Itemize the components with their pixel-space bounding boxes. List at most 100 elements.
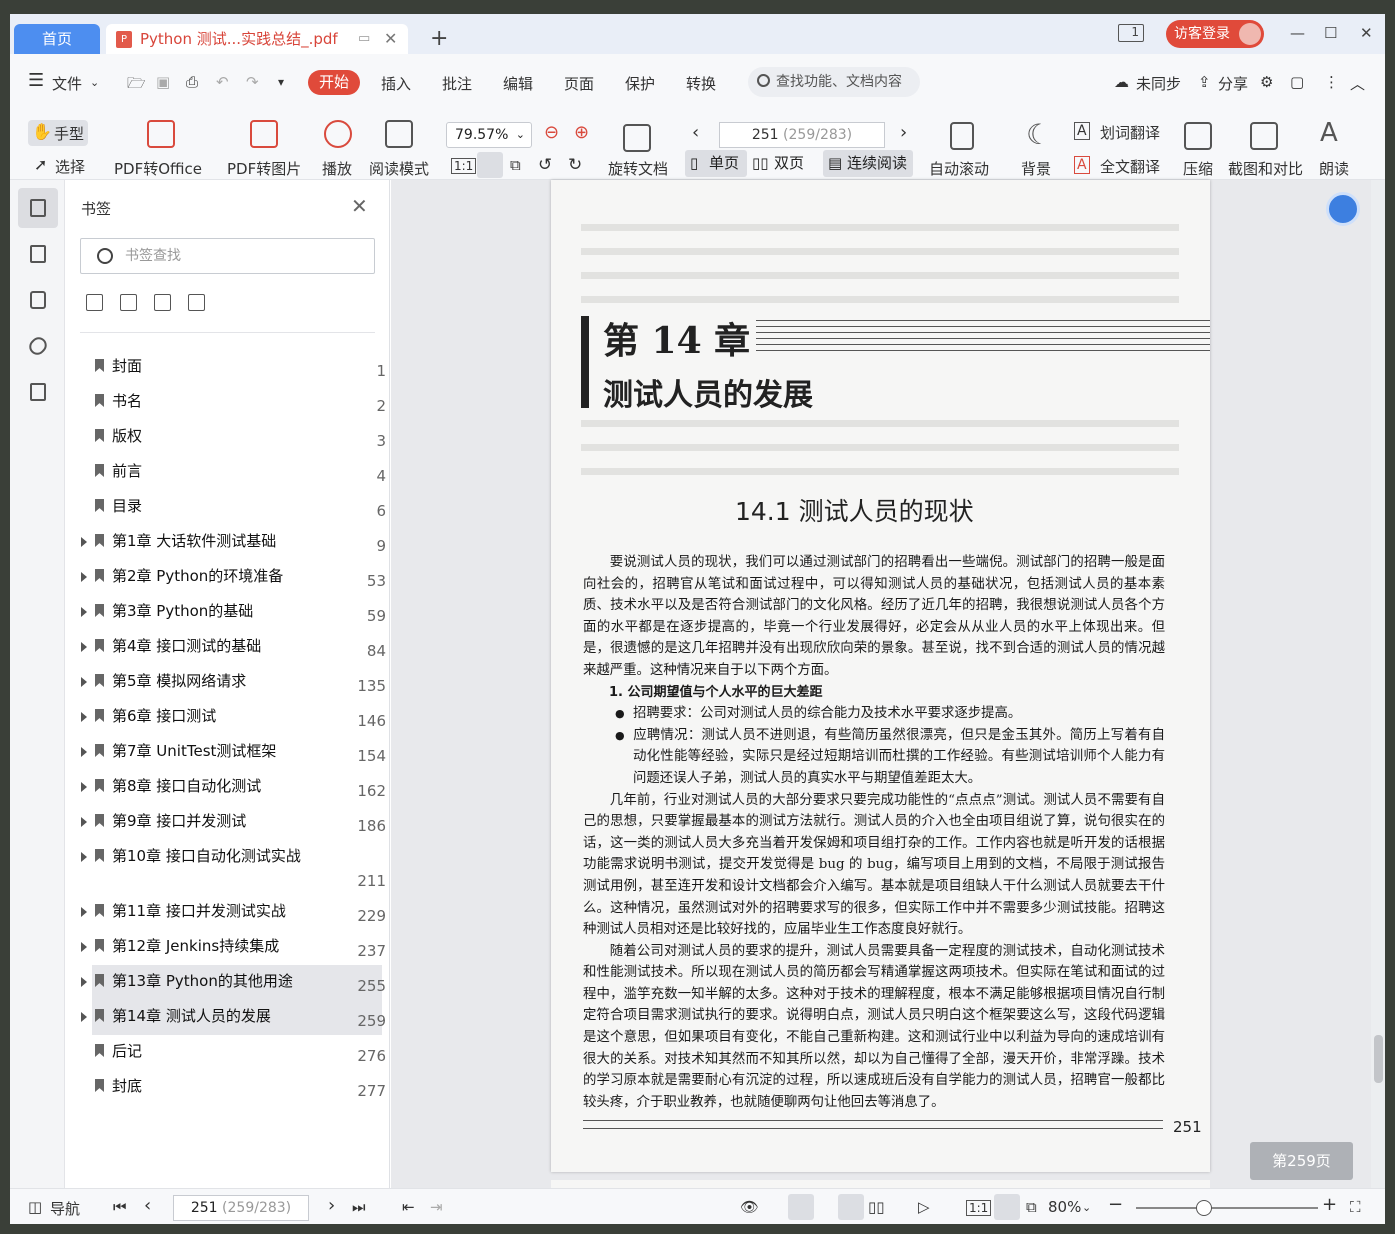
continuous-read-button[interactable]: ▤ 连续阅读 (823, 150, 913, 177)
play-button[interactable]: 播放 (322, 158, 352, 179)
floating-tool-button[interactable] (1326, 192, 1360, 226)
zoom-slider-track[interactable] (1136, 1207, 1318, 1209)
auto-scroll-button[interactable]: 自动滚动 (929, 158, 989, 179)
tab-protect[interactable]: 保护 (625, 73, 655, 94)
bookmark-item[interactable]: 第9章 接口并发测试 186 (81, 805, 386, 840)
page-layout-icon[interactable]: 1 (1118, 24, 1144, 42)
close-panel-icon[interactable]: ✕ (351, 194, 368, 218)
bookmark-item[interactable]: 第7章 UnitTest测试框架 154 (81, 735, 386, 770)
thumbnail-panel-icon[interactable] (18, 234, 58, 274)
bookmark-item[interactable]: 第2章 Python的环境准备 53 (81, 560, 386, 595)
chevron-down-icon[interactable]: ⌄ (1082, 1201, 1091, 1214)
chevron-down-icon[interactable]: ⌄ (90, 76, 99, 89)
bookmark-item[interactable]: 第13章 Python的其他用途 255 (81, 965, 386, 1000)
double-page-status-icon[interactable]: ▯▯ (868, 1198, 885, 1216)
tab-page[interactable]: 页面 (564, 73, 594, 94)
tab-home[interactable]: 首页 (14, 24, 100, 54)
bookmark-item[interactable]: 第4章 接口测试的基础 84 (81, 630, 386, 665)
bookmark-item[interactable]: 第5章 模拟网络请求 135 (81, 665, 386, 700)
expand-triangle-icon[interactable] (81, 817, 87, 827)
fit-width-icon[interactable]: ⧉ (510, 156, 521, 174)
attachment-panel-icon[interactable] (18, 326, 58, 366)
actual-size-status-icon[interactable]: 1:1 (966, 1200, 992, 1216)
feature-search-box[interactable]: 查找功能、文档内容 (748, 67, 920, 97)
rotate-left-icon[interactable]: ↺ (538, 155, 552, 175)
zoom-dropdown[interactable]: 79.57% ⌄ (446, 122, 532, 148)
bookmark-item[interactable]: 封面 1 (92, 350, 386, 385)
next-page-icon[interactable]: › (900, 122, 907, 143)
save-icon[interactable]: ▣ (156, 73, 170, 91)
bookmark-item[interactable]: 第10章 接口自动化测试实战 211 (81, 840, 386, 895)
double-page-button[interactable]: ▯▯ 双页 (750, 150, 820, 177)
fit-page-icon[interactable] (477, 152, 503, 178)
word-translate-button[interactable]: 划词翻译 (1100, 122, 1160, 143)
undo-icon[interactable]: ↶ (216, 73, 229, 91)
nav-panel-icon[interactable]: ◫ (28, 1198, 42, 1216)
hand-tool-button[interactable]: ✋ 手型 (28, 120, 88, 146)
fit-page-status-icon[interactable] (994, 1194, 1020, 1220)
expand-triangle-icon[interactable] (81, 677, 87, 687)
pdf-to-image-button[interactable]: PDF转图片 (227, 158, 301, 179)
print-icon[interactable]: ⎙ (186, 73, 198, 91)
bookmark-item[interactable]: 书名 2 (92, 385, 386, 420)
cloud-sync-icon[interactable]: ☁ (1114, 73, 1129, 91)
comment-icon[interactable]: ▢ (1290, 73, 1304, 91)
sync-status[interactable]: 未同步 (1136, 73, 1181, 94)
single-page-button[interactable]: ▯ 单页 (685, 150, 747, 177)
bookmark-item[interactable]: 第3章 Python的基础 59 (81, 595, 386, 630)
scrollbar-thumb[interactable] (1374, 1035, 1383, 1083)
fullscreen-icon[interactable]: ⛶ (1350, 1198, 1361, 1216)
quick-access-more-icon[interactable]: ▾ (278, 75, 284, 89)
nav-panel-button[interactable]: 导航 (50, 1198, 80, 1219)
layout-toggle-icon[interactable] (788, 1194, 814, 1220)
collapse-ribbon-icon[interactable]: ︿ (1350, 73, 1365, 94)
read-mode-button[interactable]: 阅读模式 (369, 158, 429, 179)
expand-triangle-icon[interactable] (81, 907, 87, 917)
tab-insert[interactable]: 插入 (381, 73, 411, 94)
compress-button[interactable]: 压缩 (1183, 158, 1213, 179)
delete-bookmark-icon[interactable] (188, 294, 205, 311)
share-icon[interactable]: ⇪ (1198, 73, 1211, 91)
pdf-to-office-button[interactable]: PDF转Office (114, 158, 202, 179)
eye-care-icon[interactable]: 👁 (740, 1198, 759, 1216)
status-zoom-value[interactable]: 80% (1048, 1198, 1081, 1216)
expand-triangle-icon[interactable] (81, 747, 87, 757)
rotate-right-icon[interactable]: ↻ (568, 155, 582, 175)
redo-icon[interactable]: ↷ (246, 73, 259, 91)
go-back-icon[interactable]: ⇤ (402, 1198, 415, 1216)
bookmark-search-input[interactable]: 书签查找 (80, 238, 375, 274)
expand-triangle-icon[interactable] (81, 607, 87, 617)
signature-panel-icon[interactable] (18, 372, 58, 412)
expand-triangle-icon[interactable] (81, 712, 87, 722)
collapse-all-icon[interactable] (120, 294, 137, 311)
page-number-input[interactable]: 251 (259/283) (719, 122, 885, 148)
zoom-out-button[interactable]: − (1108, 1194, 1123, 1215)
expand-triangle-icon[interactable] (81, 537, 87, 547)
expand-triangle-icon[interactable] (81, 942, 87, 952)
hamburger-menu-icon[interactable]: ☰ (28, 70, 44, 91)
next-page-icon[interactable]: › (328, 1195, 335, 1216)
status-page-input[interactable]: 251 (259/283) (173, 1195, 309, 1221)
read-aloud-button[interactable]: 朗读 (1319, 158, 1349, 179)
comment-panel-icon[interactable] (18, 280, 58, 320)
bookmark-item[interactable]: 第1章 大话软件测试基础 9 (81, 525, 386, 560)
tab-start[interactable]: 开始 (308, 70, 360, 95)
vertical-scrollbar[interactable] (1371, 180, 1385, 1188)
bookmark-item[interactable]: 封底 277 (92, 1070, 386, 1105)
single-page-status-icon[interactable] (838, 1194, 864, 1220)
expand-triangle-icon[interactable] (81, 852, 87, 862)
bookmark-item[interactable]: 目录 6 (92, 490, 386, 525)
zoom-in-button[interactable]: + (1322, 1194, 1337, 1215)
tab-convert[interactable]: 转换 (686, 73, 716, 94)
bookmark-item[interactable]: 后记 276 (92, 1035, 386, 1070)
bookmark-item[interactable]: 前言 4 (92, 455, 386, 490)
login-button[interactable]: 访客登录 (1166, 20, 1264, 48)
first-page-icon[interactable]: ⏮ (113, 1198, 127, 1216)
tab-document[interactable]: P Python 测试...实践总结_.pdf ▭ ✕ (106, 24, 408, 54)
maximize-button[interactable]: ☐ (1324, 24, 1337, 42)
last-page-icon[interactable]: ⏭ (352, 1198, 366, 1216)
play-status-icon[interactable]: ▷ (918, 1198, 930, 1216)
expand-triangle-icon[interactable] (81, 1012, 87, 1022)
expand-triangle-icon[interactable] (81, 977, 87, 987)
bookmark-item[interactable]: 第14章 测试人员的发展 259 (81, 1000, 386, 1035)
